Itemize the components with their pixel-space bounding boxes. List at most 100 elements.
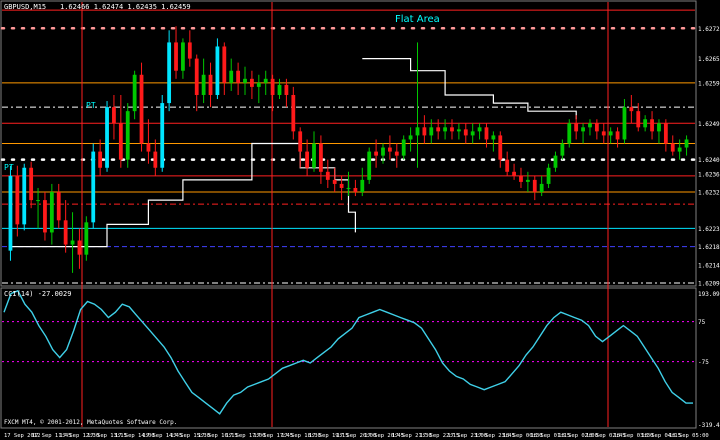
candle-body-30 — [215, 46, 220, 95]
candle-body-71 — [498, 135, 503, 160]
candle-body-84 — [588, 123, 592, 128]
candle-body-56 — [394, 151, 399, 156]
candle-body-50 — [353, 187, 358, 193]
candle-body-90 — [629, 107, 634, 112]
candle-body-78 — [546, 167, 551, 184]
candle-body-20 — [146, 143, 151, 152]
candle-body-88 — [615, 131, 620, 140]
y-tick-label-10: 1.62095 — [698, 280, 720, 287]
candle-body-31 — [222, 46, 227, 83]
y-tick-label-7: 1.62230 — [698, 226, 720, 233]
candle-body-64 — [450, 127, 454, 132]
symbol-label: GBPUSD,M15 — [4, 3, 46, 11]
candle-body-76 — [532, 179, 537, 193]
candle-body-66 — [463, 129, 468, 136]
candle-body-10 — [77, 240, 82, 255]
candle-body-68 — [477, 127, 482, 132]
x-tick-label-24: 18 Sep 05:00 — [669, 433, 709, 439]
candle-body-4 — [36, 200, 40, 202]
flat-area-annotation: Flat Area — [395, 14, 440, 25]
y-tick-label-4: 1.62400 — [698, 157, 720, 164]
candle-body-77 — [539, 183, 544, 193]
candle-body-55 — [387, 147, 392, 152]
copyright-label: FXCM MT4, © 2001-2012, MetaQuotes Softwa… — [4, 419, 177, 426]
y-tick-label-6: 1.62320 — [698, 190, 720, 197]
cci-tick-label-1: 75 — [698, 319, 706, 326]
candle-body-49 — [346, 187, 351, 189]
candle-body-86 — [601, 131, 606, 136]
candle-body-9 — [70, 240, 75, 245]
candle-body-69 — [484, 127, 489, 140]
candle-body-94 — [657, 123, 661, 132]
candle-body-15 — [112, 107, 116, 124]
y-tick-label-2: 1.62590 — [698, 80, 720, 87]
candle-body-96 — [670, 143, 675, 152]
candle-body-33 — [236, 70, 241, 83]
pt-label-1: PT — [4, 163, 14, 172]
candle-body-75 — [525, 179, 530, 182]
candle-body-48 — [339, 183, 344, 188]
candle-body-63 — [443, 127, 447, 132]
candle-body-92 — [643, 119, 648, 128]
candle-body-47 — [332, 179, 337, 184]
candle-body-27 — [194, 58, 199, 95]
candle-body-7 — [56, 192, 61, 221]
candle-body-2 — [22, 167, 27, 225]
candle-body-51 — [360, 179, 365, 193]
y-tick-label-5: 1.62365 — [698, 171, 720, 178]
candle-body-14 — [105, 107, 109, 168]
candle-body-24 — [174, 42, 178, 71]
candle-body-5 — [43, 200, 47, 233]
candle-body-28 — [201, 74, 206, 95]
candle-body-6 — [49, 192, 54, 233]
pt-label-2: PT — [86, 101, 96, 110]
candle-body-54 — [381, 147, 385, 156]
candle-body-45 — [319, 143, 323, 172]
candle-body-11 — [84, 222, 89, 255]
y-tick-label-0: 1.62725 — [698, 26, 720, 33]
candle-body-46 — [325, 171, 330, 180]
candle-body-8 — [63, 220, 68, 245]
candle-body-52 — [367, 151, 372, 180]
candle-body-29 — [208, 74, 213, 95]
mt4-chart[interactable]: 1.62725 1.62650 1.62590 1.62490 1.62400 1.623… — [0, 0, 720, 440]
candle-body-32 — [229, 70, 234, 83]
candle-body-17 — [125, 111, 130, 160]
candle-body-53 — [374, 151, 378, 156]
candle-body-81 — [567, 123, 572, 144]
candle-body-61 — [429, 127, 434, 136]
candle-body-38 — [270, 78, 275, 95]
candle-body-74 — [519, 175, 523, 182]
cci-tick-label-0: 193.096 — [698, 291, 720, 298]
candle-body-0 — [8, 175, 13, 251]
candle-body-21 — [153, 151, 158, 168]
candle-body-35 — [250, 78, 254, 87]
candle-body-18 — [132, 74, 137, 112]
candle-body-79 — [553, 155, 558, 168]
candle-body-80 — [560, 143, 565, 156]
candle-body-85 — [594, 123, 599, 132]
candle-body-19 — [139, 74, 144, 144]
candle-body-41 — [291, 94, 296, 132]
candle-body-73 — [512, 171, 516, 176]
candle-body-40 — [284, 84, 289, 95]
candle-body-25 — [181, 42, 185, 71]
y-tick-label-8: 1.62185 — [698, 244, 720, 251]
candle-body-22 — [160, 103, 165, 168]
candle-body-97 — [677, 147, 682, 152]
candle-body-91 — [636, 111, 641, 128]
candle-body-95 — [663, 123, 668, 144]
candle-body-62 — [436, 127, 441, 132]
candle-body-37 — [263, 78, 268, 83]
candle-body-12 — [91, 151, 96, 223]
candle-body-72 — [505, 159, 510, 172]
candle-body-44 — [312, 143, 316, 168]
candle-body-34 — [243, 78, 247, 83]
candle-body-23 — [167, 42, 172, 104]
candle-body-70 — [491, 135, 496, 140]
candle-body-42 — [298, 131, 303, 152]
candle-body-58 — [408, 135, 413, 140]
cci-tick-label-2: -75 — [698, 359, 709, 366]
ohlc-label: 1.62466 1.62474 1.62435 1.62459 — [60, 3, 191, 11]
candle-body-39 — [277, 84, 282, 95]
